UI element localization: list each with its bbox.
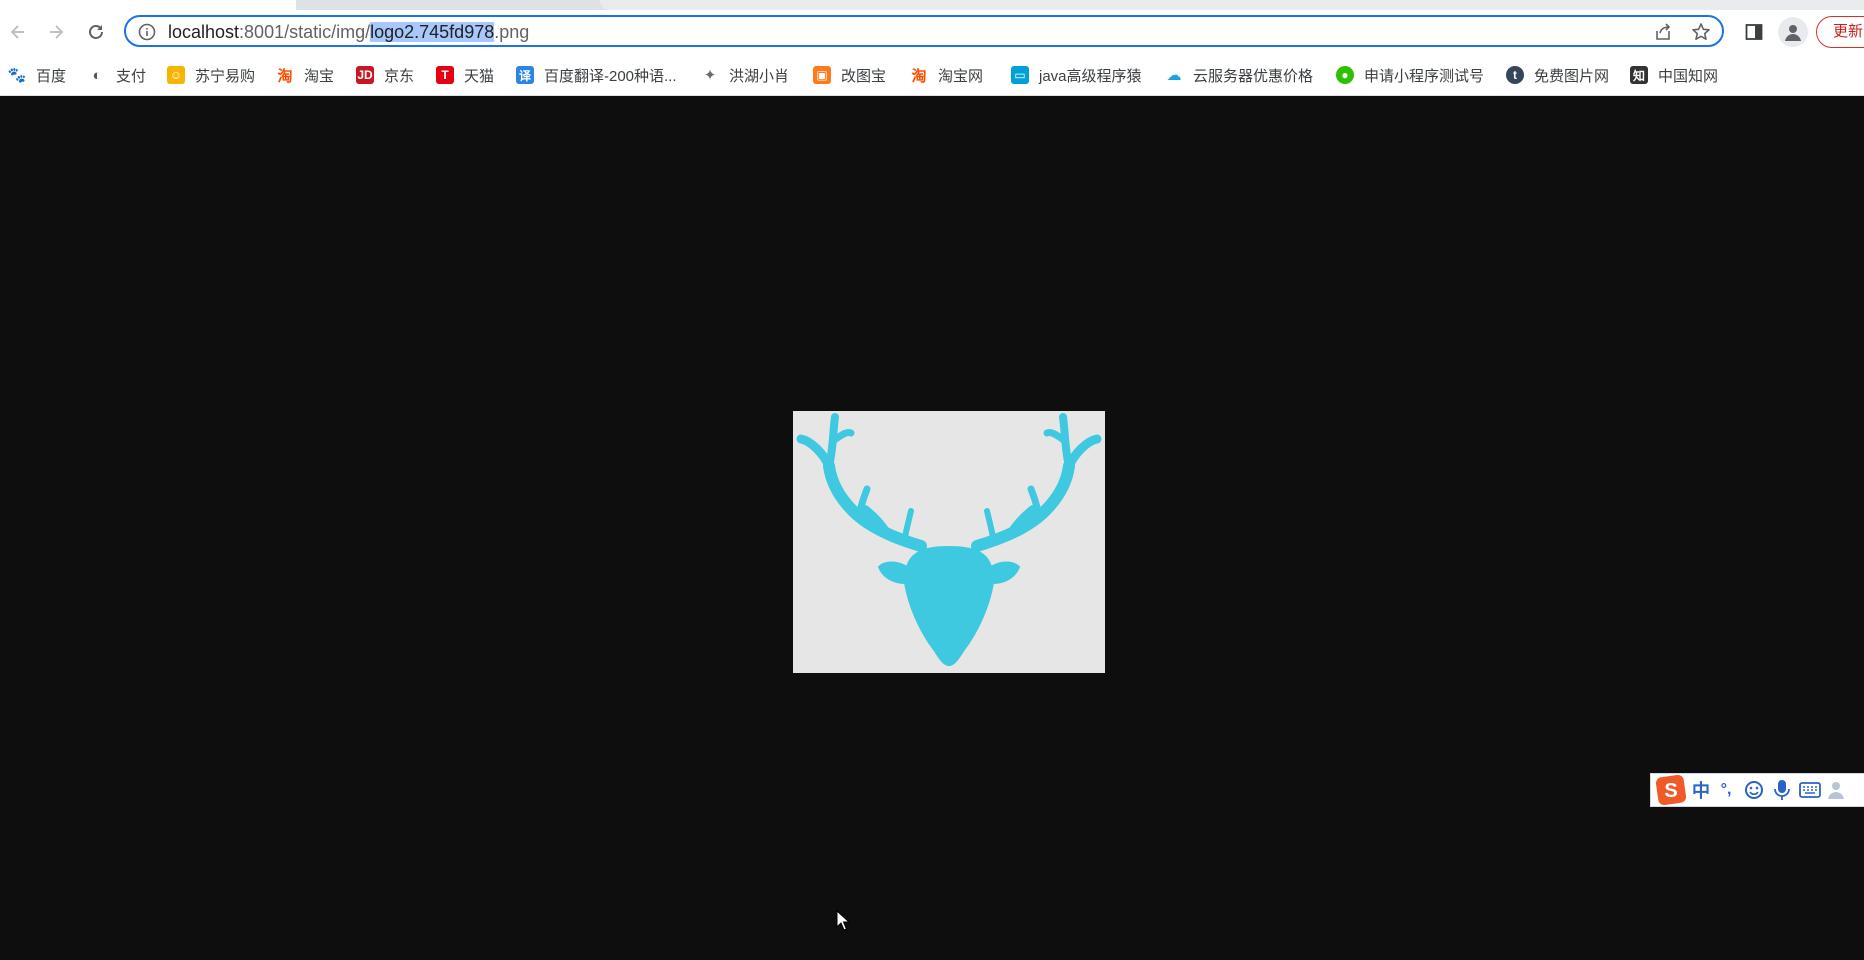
tumblr-icon: t (1506, 66, 1524, 84)
bookmark-label: 淘宝 (304, 67, 335, 85)
bookmarks-bar: 🐾 百度 ◐ 支付 ☺ 苏宁易购淘淘宝 JD 京东 T 天猫译百度翻译-200种语... ✦ 洪湖小肖… (0, 54, 1864, 96)
site-info-icon[interactable] (138, 23, 156, 46)
bookmark-label: 中国知网 (1658, 67, 1719, 85)
back-button[interactable] (0, 14, 36, 50)
keyboard-icon[interactable] (1798, 782, 1822, 798)
bookmark-item[interactable]: ▭ java高级程序猿 (1011, 64, 1142, 86)
browser-toolbar: localhost:8001/static/img/logo2.745fd978… (0, 10, 1864, 54)
user-icon[interactable] (1826, 780, 1850, 800)
bookmark-label: 百度 (36, 67, 67, 85)
deer-antlers-icon (796, 413, 1102, 666)
suning-icon: ☺ (167, 66, 185, 84)
taobao-icon: 淘 (277, 67, 293, 85)
taobao-icon: 淘 (911, 67, 927, 85)
bookmark-item[interactable]: JD 京东 (356, 64, 414, 86)
bookmark-item[interactable]: 淘淘宝 (276, 64, 334, 86)
bookmark-label: 支付 (116, 67, 147, 85)
bookmark-label: 免费图片网 (1534, 67, 1610, 85)
reload-button[interactable] (78, 14, 114, 50)
emoji-icon[interactable] (1742, 780, 1766, 800)
arrow-left-icon (10, 25, 24, 39)
forward-button[interactable] (38, 14, 74, 50)
active-tab[interactable] (0, 0, 296, 10)
jd-icon: JD (356, 66, 374, 84)
cnki-icon: 知 (1630, 66, 1648, 84)
svg-text:S: S (1664, 780, 1677, 802)
ime-toolbar: S 中 °, (1650, 773, 1864, 807)
side-panel-icon (1745, 24, 1763, 40)
bookmark-item[interactable]: 淘淘宝网 (910, 64, 983, 86)
inactive-tab[interactable] (600, 0, 1864, 10)
bookmark-item[interactable]: ◐ 支付 (88, 64, 146, 86)
translate-icon: 译 (516, 66, 534, 84)
bookmark-label: 百度翻译-200种语... (544, 67, 677, 85)
ime-mode-toggle[interactable]: 中 (1692, 777, 1710, 803)
avatar-icon (1785, 25, 1801, 41)
page-viewport (0, 96, 1864, 960)
mouse-cursor-icon (836, 910, 850, 931)
bookmark-item[interactable]: 知中国知网 (1630, 64, 1718, 86)
bookmark-item[interactable]: t 免费图片网 (1506, 64, 1609, 86)
bookmark-item[interactable]: 译百度翻译-200种语... (516, 64, 677, 86)
microphone-icon[interactable] (1770, 779, 1794, 801)
bird-icon: ✦ (703, 67, 717, 84)
bookmark-label: 苏宁易购 (195, 67, 256, 85)
bookmark-label: 淘宝网 (938, 67, 984, 85)
bookmark-label: 天猫 (464, 67, 495, 85)
bookmark-item[interactable]: T 天猫 (436, 64, 494, 86)
reload-icon (89, 25, 103, 39)
url-host: localhost (168, 22, 240, 42)
cloud-icon: ☁ (1166, 67, 1182, 84)
url-extension: .png (494, 22, 530, 42)
bilibili-icon: ▭ (1011, 66, 1029, 84)
update-button[interactable]: 更新 (1816, 16, 1864, 48)
bookmark-label: 改图宝 (841, 67, 887, 85)
sogou-logo-icon[interactable]: S (1654, 773, 1688, 807)
tmall-icon: T (436, 66, 454, 84)
baidu-paw-icon: 🐾 (7, 67, 27, 84)
wechat-icon: ● (1336, 66, 1354, 84)
side-panel-button[interactable] (1740, 18, 1768, 46)
bookmark-label: 京东 (384, 67, 415, 85)
gaitubao-icon: ▣ (813, 66, 831, 84)
bookmark-label: 洪湖小肖 (729, 67, 790, 85)
bookmark-item[interactable]: ☁ 云服务器优惠价格 (1165, 64, 1314, 86)
profile-button[interactable] (1778, 17, 1808, 47)
bookmark-label: 云服务器优惠价格 (1193, 67, 1314, 85)
bookmark-item[interactable]: ✦ 洪湖小肖 (701, 64, 789, 86)
share-icon[interactable] (1652, 21, 1674, 43)
bookmark-label: java高级程序猿 (1039, 67, 1142, 85)
bookmark-item[interactable]: ☺ 苏宁易购 (167, 64, 255, 86)
url-path: :8001/static/img/ (239, 22, 371, 42)
deer-logo-image (793, 411, 1105, 673)
globe-icon: ◐ (92, 66, 102, 84)
bookmark-star-icon[interactable] (1690, 21, 1712, 43)
bookmark-item[interactable]: ● 申请小程序测试号 (1336, 64, 1484, 86)
tab-strip (0, 0, 1864, 10)
bookmark-label: 申请小程序测试号 (1364, 67, 1485, 85)
address-bar[interactable]: localhost:8001/static/img/logo2.745fd978… (124, 15, 1724, 47)
url-selected-text: logo2.745fd978 (370, 22, 495, 42)
bookmark-item[interactable]: ▣ 改图宝 (813, 64, 886, 86)
ime-punctuation-toggle[interactable]: °, (1714, 781, 1738, 799)
bookmark-item[interactable]: 🐾 百度 (8, 64, 66, 86)
arrow-right-icon (50, 25, 64, 39)
url-text[interactable]: localhost:8001/static/img/logo2.745fd978… (168, 21, 529, 43)
